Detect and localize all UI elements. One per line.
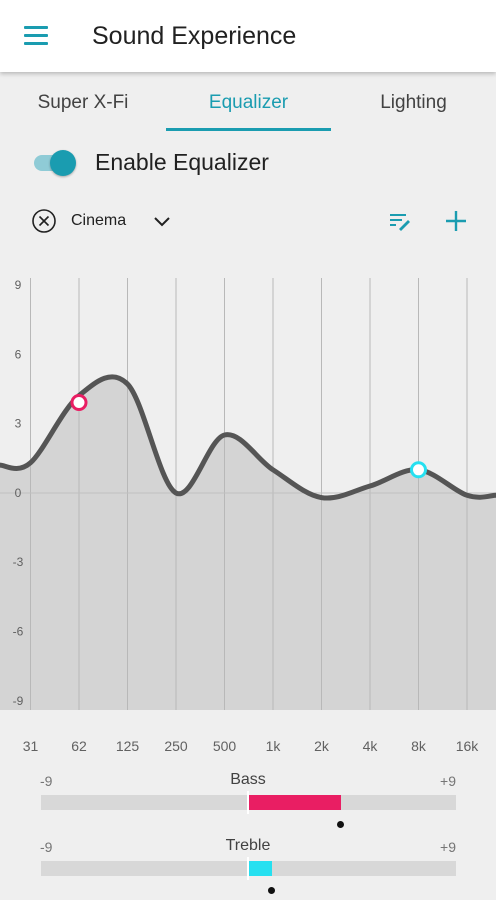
y-tick-label: -6: [13, 625, 24, 639]
y-tick-label: 9: [15, 278, 22, 292]
bass-max-label: +9: [440, 773, 456, 789]
preset-row: Cinema: [0, 200, 496, 242]
band-label-8k: 8k: [411, 738, 427, 754]
eq-point-62[interactable]: [70, 394, 88, 412]
bass-slider-handle[interactable]: [337, 821, 345, 828]
tab-bar: Super X-Fi Equalizer Lighting: [0, 78, 496, 134]
bass-label: Bass: [230, 771, 266, 788]
enable-equalizer-toggle[interactable]: [34, 150, 76, 176]
band-label-125: 125: [116, 738, 140, 754]
equalizer-graph[interactable]: 9 6 3 0 -3 -6 -9 31 62 125 250 500 1k 2k 4k 8k 16k: [0, 270, 496, 760]
treble-label: Treble: [225, 837, 271, 854]
band-label-500: 500: [213, 738, 237, 754]
band-label-1k: 1k: [266, 738, 282, 754]
y-tick-label: 6: [15, 347, 22, 361]
bass-slider-block: -9 Bass +9: [0, 771, 496, 833]
equalizer-chart: 9 6 3 0 -3 -6 -9 31 62 125 250 500 1k 2k 4k 8k 16k: [0, 278, 496, 754]
bass-slider[interactable]: [41, 791, 456, 828]
active-tab-indicator: [166, 128, 331, 131]
treble-slider-block: -9 Treble +9: [0, 837, 496, 899]
tab-equalizer[interactable]: Equalizer: [166, 78, 331, 134]
band-label-250: 250: [164, 738, 188, 754]
y-tick-label: 0: [15, 486, 22, 500]
page-title: Sound Experience: [92, 22, 297, 50]
band-label-31: 31: [23, 738, 39, 754]
treble-slider[interactable]: [41, 857, 456, 894]
band-label-16k: 16k: [456, 738, 480, 754]
band-label-2k: 2k: [314, 738, 330, 754]
bass-center-mark: [247, 791, 249, 814]
treble-slider-handle[interactable]: [268, 887, 276, 894]
treble-max-label: +9: [440, 839, 456, 855]
toggle-thumb: [50, 150, 76, 176]
tab-super-x-fi[interactable]: Super X-Fi: [0, 78, 166, 134]
tab-lighting[interactable]: Lighting: [331, 78, 496, 134]
menu-icon[interactable]: [24, 26, 48, 46]
edit-presets-icon[interactable]: [388, 209, 412, 233]
chevron-down-icon[interactable]: [152, 211, 172, 231]
app-bar: Sound Experience: [0, 0, 496, 72]
band-label-62: 62: [71, 738, 87, 754]
treble-slider-fill: [248, 861, 272, 876]
enable-equalizer-label: Enable Equalizer: [95, 149, 269, 175]
band-label-4k: 4k: [363, 738, 379, 754]
preset-name[interactable]: Cinema: [71, 212, 126, 230]
eq-point-8k[interactable]: [410, 461, 427, 479]
treble-center-mark: [247, 857, 249, 880]
add-preset-icon[interactable]: [443, 208, 469, 234]
y-tick-label: 3: [15, 417, 22, 431]
curve-fill-area: [0, 376, 496, 710]
y-tick-label: -3: [13, 555, 24, 569]
y-tick-label: -9: [13, 694, 24, 708]
enable-equalizer-row: Enable Equalizer: [0, 140, 496, 186]
clear-preset-icon[interactable]: [31, 208, 57, 234]
bass-slider-fill: [248, 795, 341, 810]
